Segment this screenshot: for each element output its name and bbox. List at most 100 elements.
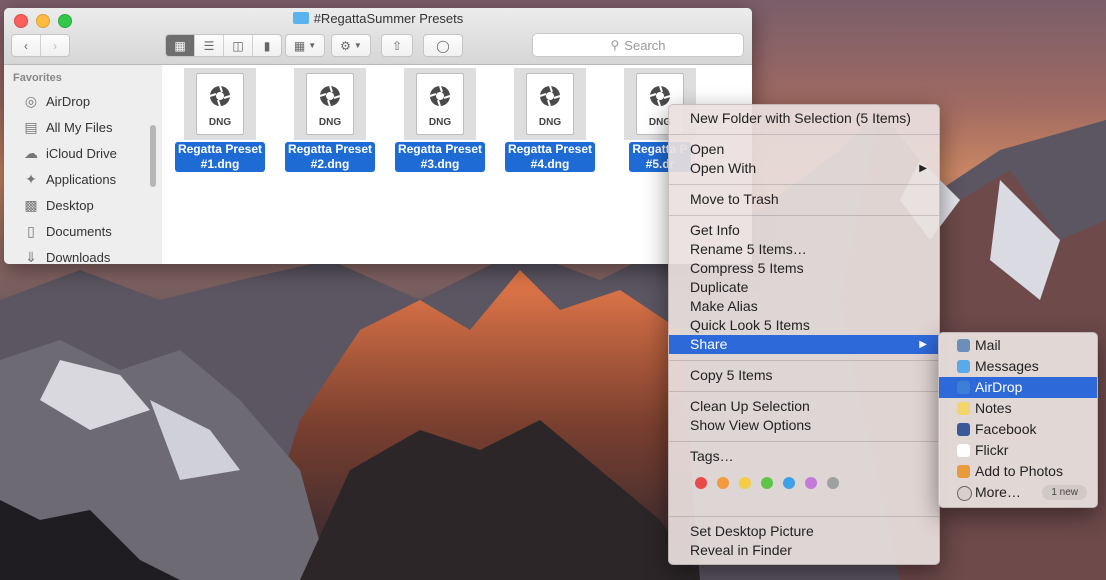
menu-item-open-with[interactable]: Open With ▶: [669, 159, 939, 178]
share-item-notes[interactable]: Notes: [939, 398, 1097, 419]
menu-item-copy[interactable]: Copy 5 Items: [669, 366, 939, 385]
notes-icon: [957, 402, 970, 415]
share-item-label: Facebook: [975, 421, 1037, 437]
sidebar-item-label: Downloads: [46, 249, 111, 265]
tag-color-dot[interactable]: [695, 477, 707, 489]
more-icon: [957, 486, 972, 501]
share-item-label: Add to Photos: [975, 463, 1063, 479]
submenu-arrow-icon: ▶: [919, 163, 927, 174]
share-item-more[interactable]: More… 1 new: [939, 482, 1097, 503]
sidebar-scrollbar[interactable]: [150, 125, 156, 187]
share-item-flickr[interactable]: Flickr: [939, 440, 1097, 461]
aperture-icon: [429, 85, 451, 107]
share-button[interactable]: ⇧: [381, 34, 413, 57]
menu-item-set-desktop-picture[interactable]: Set Desktop Picture: [669, 522, 939, 541]
file-item[interactable]: DNG Regatta Preset #4.dng: [495, 68, 605, 173]
share-item-facebook[interactable]: Facebook: [939, 419, 1097, 440]
share-submenu: Mail Messages AirDrop Notes Facebook Fli…: [938, 332, 1098, 508]
finder-window[interactable]: #RegattaSummer Presets ‹ › ▦ ☰ ◫ ▮ ▦ ▼ ⚙ ▼…: [4, 8, 752, 264]
file-thumbnail: DNG: [294, 68, 366, 140]
menu-separator: [669, 360, 939, 361]
file-thumbnail: DNG: [404, 68, 476, 140]
file-name-line: #4.dng: [530, 157, 570, 171]
sidebar-item-applications[interactable]: ✦ Applications: [22, 167, 116, 191]
file-name: Regatta Preset #2.dng: [284, 142, 376, 172]
share-item-label: More…: [975, 484, 1021, 500]
menu-item-label: Duplicate: [690, 279, 749, 295]
chevron-down-icon: ▼: [308, 41, 317, 50]
menu-item-move-to-trash[interactable]: Move to Trash: [669, 190, 939, 209]
menu-item-new-folder-with-selection[interactable]: New Folder with Selection (5 Items): [669, 109, 939, 128]
menu-item-label: Get Info: [690, 222, 740, 238]
menu-separator: [669, 134, 939, 135]
menu-item-make-alias[interactable]: Make Alias: [669, 297, 939, 316]
column-view-button[interactable]: ◫: [224, 35, 253, 56]
file-type-label: DNG: [318, 117, 342, 128]
tags-button[interactable]: ◯: [423, 34, 463, 57]
menu-item-show-view-options[interactable]: Show View Options: [669, 416, 939, 435]
finder-titlebar[interactable]: #RegattaSummer Presets ‹ › ▦ ☰ ◫ ▮ ▦ ▼ ⚙ ▼…: [4, 8, 752, 65]
file-grid[interactable]: DNG Regatta Preset #1.dng DNG Regatta Pre…: [162, 65, 752, 264]
downloads-icon: ⇓: [25, 248, 37, 265]
back-button[interactable]: ‹: [12, 35, 41, 56]
share-item-label: Notes: [975, 400, 1012, 416]
cover-flow-button[interactable]: ▮: [253, 35, 281, 56]
arrange-button[interactable]: ▦ ▼: [285, 34, 325, 57]
menu-item-tags[interactable]: Tags…: [669, 447, 939, 466]
share-item-add-to-photos[interactable]: Add to Photos: [939, 461, 1097, 482]
sidebar-item-icloud-drive[interactable]: ☁ iCloud Drive: [22, 141, 117, 165]
menu-separator: [669, 441, 939, 442]
file-item[interactable]: DNG Regatta Preset #2.dng: [275, 68, 385, 173]
search-field[interactable]: ⚲ Search: [532, 33, 744, 57]
sidebar-section-favorites: Favorites: [13, 72, 62, 84]
airdrop-icon: [957, 381, 970, 394]
tag-color-dot[interactable]: [761, 477, 773, 489]
menu-item-label: Compress 5 Items: [690, 260, 804, 276]
menu-item-get-info[interactable]: Get Info: [669, 221, 939, 240]
airdrop-icon: ◎: [24, 92, 38, 109]
menu-item-open[interactable]: Open: [669, 140, 939, 159]
file-item[interactable]: DNG Regatta Preset #3.dng: [385, 68, 495, 173]
sidebar-item-airdrop[interactable]: ◎ AirDrop: [22, 89, 90, 113]
share-item-airdrop[interactable]: AirDrop: [939, 377, 1097, 398]
file-name: Regatta Preset #1.dng: [174, 142, 266, 172]
menu-item-rename[interactable]: Rename 5 Items…: [669, 240, 939, 259]
menu-item-compress[interactable]: Compress 5 Items: [669, 259, 939, 278]
file-thumbnail: DNG: [514, 68, 586, 140]
submenu-arrow-icon: ▶: [919, 339, 927, 350]
back-forward-buttons: ‹ ›: [11, 34, 70, 57]
icon-view-button[interactable]: ▦: [166, 35, 195, 56]
dng-file-icon: DNG: [196, 73, 244, 135]
forward-button[interactable]: ›: [41, 35, 69, 56]
file-type-label: DNG: [538, 117, 562, 128]
menu-item-quick-look[interactable]: Quick Look 5 Items: [669, 316, 939, 335]
menu-item-label: Rename 5 Items…: [690, 241, 807, 257]
share-item-mail[interactable]: Mail: [939, 335, 1097, 356]
new-extensions-badge: 1 new: [1042, 485, 1087, 500]
menu-item-duplicate[interactable]: Duplicate: [669, 278, 939, 297]
tag-color-dot[interactable]: [827, 477, 839, 489]
sidebar-item-documents[interactable]: ▯ Documents: [22, 219, 112, 243]
menu-item-label: Set Desktop Picture: [690, 523, 814, 539]
tag-color-dot[interactable]: [805, 477, 817, 489]
sidebar-item-desktop[interactable]: ▩ Desktop: [22, 193, 93, 217]
menu-item-clean-up-selection[interactable]: Clean Up Selection: [669, 397, 939, 416]
tag-color-dot[interactable]: [739, 477, 751, 489]
tag-color-dot[interactable]: [783, 477, 795, 489]
menu-item-label: Tags…: [690, 448, 734, 464]
menu-separator: [669, 184, 939, 185]
share-item-label: Flickr: [975, 442, 1009, 458]
file-item[interactable]: DNG Regatta Preset #1.dng: [165, 68, 275, 173]
sidebar-item-label: iCloud Drive: [46, 145, 117, 161]
list-view-button[interactable]: ☰: [195, 35, 224, 56]
sidebar-item-label: AirDrop: [46, 93, 91, 109]
menu-item-share[interactable]: Share ▶: [669, 335, 939, 354]
tag-color-dot[interactable]: [717, 477, 729, 489]
sidebar-item-downloads[interactable]: ⇓ Downloads: [22, 245, 111, 265]
menu-item-label: Open: [690, 141, 725, 157]
menu-item-reveal-in-finder[interactable]: Reveal in Finder: [669, 541, 939, 560]
sidebar-item-all-my-files[interactable]: ▤ All My Files: [22, 115, 112, 139]
share-item-messages[interactable]: Messages: [939, 356, 1097, 377]
photos-icon: [957, 465, 970, 478]
action-button[interactable]: ⚙ ▼: [331, 34, 371, 57]
